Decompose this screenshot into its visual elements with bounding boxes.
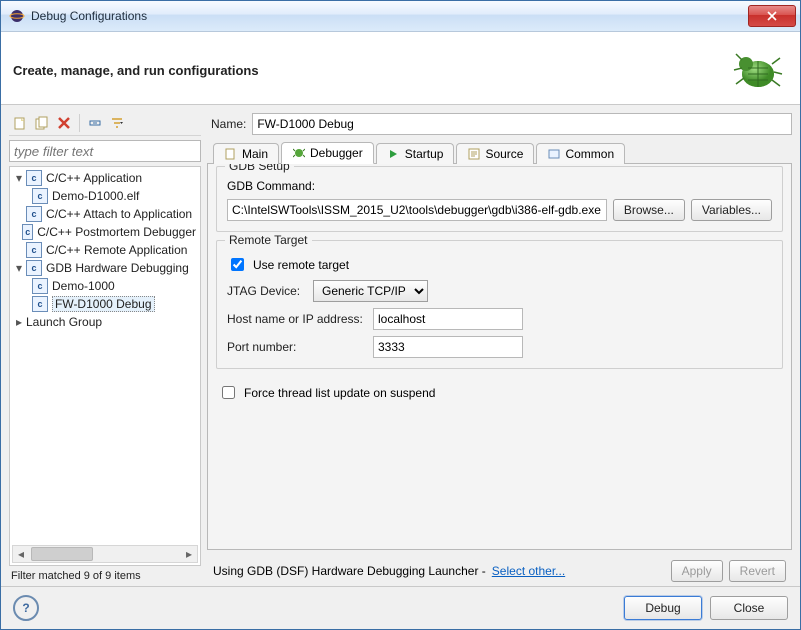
new-config-icon[interactable] <box>11 114 29 132</box>
eclipse-icon <box>9 8 25 24</box>
help-icon[interactable]: ? <box>13 595 39 621</box>
source-tab-icon <box>467 147 481 161</box>
variables-button[interactable]: Variables... <box>691 199 772 221</box>
tab-label: Startup <box>405 147 444 161</box>
bug-icon <box>728 46 784 94</box>
apply-button[interactable]: Apply <box>671 560 723 582</box>
tree-item[interactable]: cDemo-1000 <box>12 277 198 295</box>
name-row: Name: <box>207 111 792 141</box>
horizontal-scrollbar[interactable]: ◂ ▸ <box>12 545 198 563</box>
left-pane: ▾cC/C++ Application cDemo-D1000.elf cC/C… <box>9 111 201 582</box>
duplicate-config-icon[interactable] <box>33 114 51 132</box>
force-thread-checkbox[interactable] <box>222 386 235 399</box>
tree-item[interactable]: cC/C++ Attach to Application <box>12 205 198 223</box>
tree-label: C/C++ Remote Application <box>46 243 187 257</box>
startup-tab-icon <box>387 147 401 161</box>
right-pane: Name: Main Debugger Startup S <box>207 111 792 582</box>
filter-icon[interactable] <box>108 114 126 132</box>
tree-label: FW-D1000 Debug <box>52 296 155 312</box>
delete-config-icon[interactable] <box>55 114 73 132</box>
port-input[interactable] <box>373 336 523 358</box>
tree-item[interactable]: cC/C++ Postmortem Debugger <box>12 223 198 241</box>
launcher-text: Using GDB (DSF) Hardware Debugging Launc… <box>213 564 486 578</box>
tab-common[interactable]: Common <box>536 143 625 164</box>
use-remote-checkbox-row: Use remote target <box>227 255 772 274</box>
config-tree[interactable]: ▾cC/C++ Application cDemo-D1000.elf cC/C… <box>9 166 201 566</box>
tab-label: Main <box>242 147 268 161</box>
jtag-label: JTAG Device: <box>227 284 307 298</box>
debug-button[interactable]: Debug <box>624 596 702 620</box>
scroll-right-icon[interactable]: ▸ <box>181 547 197 561</box>
use-remote-label: Use remote target <box>253 258 349 272</box>
group-title: GDB Setup <box>225 164 294 173</box>
tree-item[interactable]: cDemo-D1000.elf <box>12 187 198 205</box>
scroll-left-icon[interactable]: ◂ <box>13 547 29 561</box>
tree-item[interactable]: cC/C++ Remote Application <box>12 241 198 259</box>
scroll-thumb[interactable] <box>31 547 93 561</box>
gdb-setup-group: GDB Setup GDB Command: Browse... Variabl… <box>216 166 783 232</box>
port-label: Port number: <box>227 340 367 354</box>
revert-button[interactable]: Revert <box>729 560 786 582</box>
remote-target-group: Remote Target Use remote target JTAG Dev… <box>216 240 783 369</box>
host-input[interactable] <box>373 308 523 330</box>
close-button[interactable]: Close <box>710 596 788 620</box>
tree-label: Demo-D1000.elf <box>52 189 139 203</box>
tab-label: Common <box>565 147 614 161</box>
debugger-tab-icon <box>292 146 306 160</box>
group-title: Remote Target <box>225 233 312 247</box>
dialog-window: Debug Configurations Create, manage, and… <box>0 0 801 630</box>
main-tab-icon <box>224 147 238 161</box>
browse-button[interactable]: Browse... <box>613 199 685 221</box>
tree-item[interactable]: ▸Launch Group <box>12 313 198 331</box>
jtag-select[interactable]: Generic TCP/IP <box>313 280 428 302</box>
tab-debugger[interactable]: Debugger <box>281 142 374 164</box>
select-other-link[interactable]: Select other... <box>492 564 565 578</box>
tree-item[interactable]: ▾cC/C++ Application <box>12 169 198 187</box>
filter-status: Filter matched 9 of 9 items <box>9 566 201 582</box>
body: ▾cC/C++ Application cDemo-D1000.elf cC/C… <box>1 105 800 587</box>
tree-label: C/C++ Application <box>46 171 142 185</box>
name-label: Name: <box>211 117 246 131</box>
tab-source[interactable]: Source <box>456 143 534 164</box>
tab-label: Source <box>485 147 523 161</box>
window-title: Debug Configurations <box>31 9 147 23</box>
filter-input[interactable] <box>9 140 201 162</box>
tree-label: Launch Group <box>26 315 102 329</box>
force-thread-row: Force thread list update on suspend <box>218 383 783 402</box>
tab-bar: Main Debugger Startup Source Common <box>207 141 792 164</box>
gdb-command-input[interactable] <box>227 199 607 221</box>
tree-item-selected[interactable]: cFW-D1000 Debug <box>12 295 198 313</box>
tab-label: Debugger <box>310 146 363 160</box>
left-toolbar <box>9 111 201 136</box>
tree-label: C/C++ Attach to Application <box>46 207 192 221</box>
tab-main[interactable]: Main <box>213 143 279 164</box>
force-thread-label: Force thread list update on suspend <box>244 386 435 400</box>
tree-item[interactable]: ▾cGDB Hardware Debugging <box>12 259 198 277</box>
launcher-row: Using GDB (DSF) Hardware Debugging Launc… <box>207 550 792 582</box>
titlebar: Debug Configurations <box>1 1 800 32</box>
tree-label: GDB Hardware Debugging <box>46 261 189 275</box>
footer: ? Debug Close <box>1 587 800 629</box>
host-label: Host name or IP address: <box>227 312 367 326</box>
toolbar-separator <box>79 114 80 132</box>
use-remote-checkbox[interactable] <box>231 258 244 271</box>
tree-label: Demo-1000 <box>52 279 115 293</box>
common-tab-icon <box>547 147 561 161</box>
tab-startup[interactable]: Startup <box>376 143 455 164</box>
tree-label: C/C++ Postmortem Debugger <box>37 225 196 239</box>
gdb-command-label: GDB Command: <box>227 179 772 193</box>
collapse-all-icon[interactable] <box>86 114 104 132</box>
header-banner: Create, manage, and run configurations <box>1 32 800 105</box>
window-close-button[interactable] <box>748 5 796 27</box>
header-title: Create, manage, and run configurations <box>13 63 259 78</box>
tab-body: GDB Setup GDB Command: Browse... Variabl… <box>207 164 792 550</box>
name-input[interactable] <box>252 113 792 135</box>
